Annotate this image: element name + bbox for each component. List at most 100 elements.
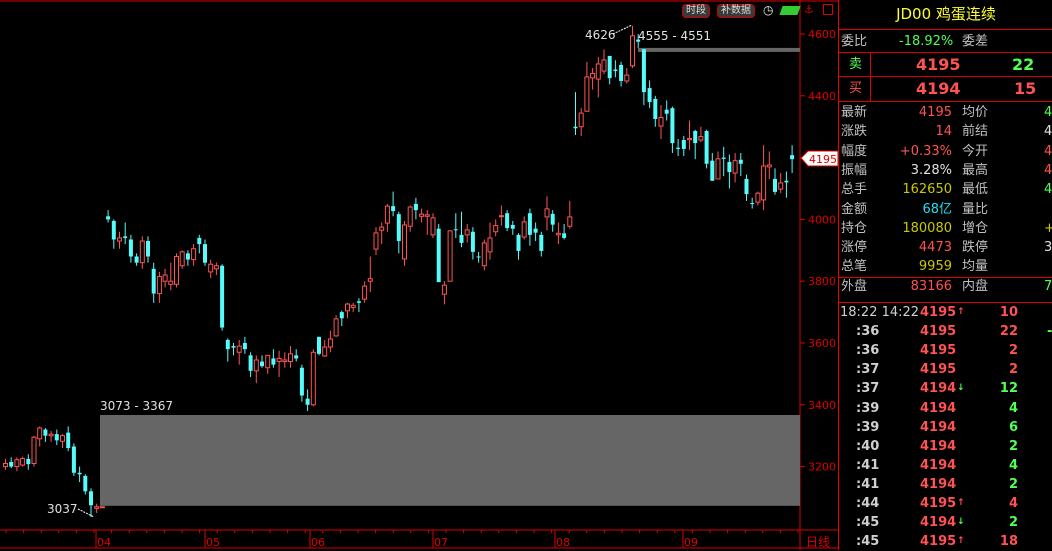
stat-row: 总笔 9959 均量 (839, 257, 1052, 276)
period-button[interactable]: 时段 (682, 4, 710, 18)
tick-volume: 22 (999, 324, 1018, 340)
candle (66, 426, 71, 452)
tick-row: :36 4195 2 (839, 341, 1052, 360)
candle (481, 239, 487, 271)
tick-price: 4195 (920, 305, 957, 320)
candle-body (146, 241, 150, 257)
stat-row: 振幅 3.28% 最高 4 (839, 161, 1052, 180)
candle (3, 458, 8, 470)
tick-row: :45 4195 ↑ 18 (839, 532, 1052, 551)
tick-volume: 4 (1008, 457, 1018, 473)
gap-bottom-label: 3073 - 3367 (100, 399, 173, 413)
candle (436, 224, 441, 283)
candle (379, 222, 385, 245)
candle-body (778, 182, 784, 190)
weibi-row: 委比 -18.92% 委差 (839, 32, 1052, 51)
candle-body (402, 224, 407, 260)
candle (191, 244, 197, 266)
candle (647, 80, 652, 109)
candle-body (738, 159, 743, 164)
candle (419, 208, 425, 223)
tick-price: 4195 (920, 534, 957, 550)
candle-body (681, 139, 686, 149)
candle (738, 152, 743, 177)
sell-volume: 22 (1012, 55, 1035, 74)
price-tick-label: 4600 (808, 28, 836, 41)
candle (424, 210, 430, 235)
fill-data-button[interactable]: 补数据 (717, 4, 755, 18)
candle-body (31, 436, 37, 465)
candle (441, 281, 447, 305)
candle-body (550, 213, 555, 225)
candle (641, 49, 646, 106)
candle-body (470, 231, 475, 252)
candle (567, 200, 573, 229)
candle-body (750, 203, 755, 205)
tick-price: 4195 (920, 496, 957, 511)
candle (595, 57, 601, 98)
stat-value: 9959 (918, 259, 952, 275)
candle (459, 211, 464, 248)
candle-body (698, 136, 704, 141)
stat-label: 幅度 (841, 143, 868, 159)
candle-body (790, 155, 795, 160)
clock-icon[interactable]: ◷ (763, 4, 773, 16)
stat-value: 68亿 (922, 201, 952, 217)
candle (601, 49, 607, 75)
tick-volume: 6 (1008, 419, 1018, 435)
weibi-label: 委比 (841, 34, 868, 49)
tick-price: 4195 (920, 343, 957, 359)
candle (619, 61, 624, 87)
weicha-label: 委差 (962, 34, 989, 49)
candle-body (539, 234, 544, 251)
stat-value-2: 3 (1044, 240, 1052, 256)
candle-body (619, 64, 624, 81)
candle (294, 349, 299, 362)
candle (77, 466, 82, 483)
tick-price: 4195 (920, 362, 957, 378)
svg-text:4195: 4195 (809, 153, 837, 166)
buy-volume: 15 (1014, 79, 1037, 98)
tick-volume: 2 (1008, 476, 1018, 492)
candle-body (704, 131, 709, 164)
tick-row: :41 4194 4 (839, 456, 1052, 475)
candle-body (294, 355, 299, 359)
candle (413, 197, 418, 220)
price-tick-label: 3600 (808, 337, 836, 350)
candle-body (693, 131, 698, 144)
candle-body (185, 253, 190, 260)
tick-time: :45 (856, 534, 880, 550)
tick-time: :36 (856, 324, 880, 340)
candle (168, 262, 174, 291)
stat-label: 涨停 (841, 240, 868, 256)
candle-body (710, 160, 715, 181)
anchor-icon[interactable]: ⚓ (804, 4, 814, 16)
candle-body (647, 88, 652, 102)
candle-body (441, 284, 447, 295)
stat-value: 180080 (902, 220, 952, 236)
stat-row: 涨跌 14 前结 4 (839, 122, 1052, 141)
candle-body (276, 357, 282, 363)
candle (333, 315, 339, 337)
layout-toggle-icon[interactable] (823, 4, 833, 15)
kline-chart[interactable]: 46004400420040003800360034003200 0405060… (0, 0, 838, 550)
candle-body (533, 228, 538, 233)
candle (220, 264, 225, 331)
candle-body (744, 178, 749, 195)
chip-icon[interactable] (779, 6, 801, 15)
outer-inner-row: 外盘 83166 内盘 79 (839, 277, 1052, 296)
candle (339, 310, 344, 327)
candle (71, 443, 76, 476)
sell-label: 卖 (849, 57, 863, 72)
candle-body (436, 228, 441, 283)
stat-value-2: 4 (1044, 162, 1052, 178)
tick-direction-icon: ↑ (957, 498, 965, 508)
month-label: 09 (684, 536, 698, 549)
candle (213, 262, 219, 276)
candle (653, 95, 658, 127)
stat-value: +0.33% (899, 143, 952, 159)
period-label[interactable]: 日线 (806, 535, 830, 549)
tick-price: 4195 (920, 324, 957, 340)
candle (516, 233, 521, 260)
candle-body (174, 255, 179, 285)
